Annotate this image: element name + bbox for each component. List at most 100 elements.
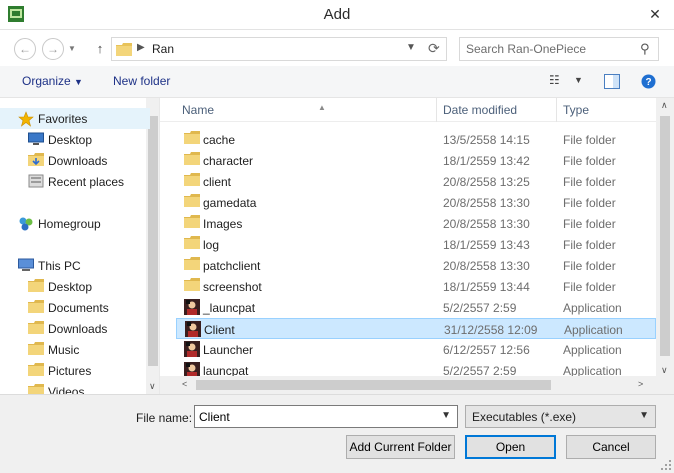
nav-item-label: Pictures — [48, 364, 92, 378]
folder-icon — [28, 300, 44, 315]
folder-icon — [184, 215, 200, 231]
refresh-icon[interactable]: ⟳ — [428, 40, 440, 57]
file-name-input[interactable] — [199, 409, 429, 424]
address-bar[interactable]: ▶ Ran ▼ ⟳ — [111, 37, 447, 61]
file-type-select[interactable]: Executables (*.exe) ▼ — [465, 405, 656, 428]
scroll-down-icon[interactable]: ∨ — [661, 365, 668, 376]
file-date-modified: 5/2/2557 2:59 — [443, 301, 517, 315]
nav-item[interactable]: Downloads — [0, 150, 150, 171]
search-box[interactable]: ⚲ — [459, 37, 659, 61]
help-icon[interactable]: ? — [641, 74, 656, 89]
title-bar: Add ✕ — [0, 0, 674, 30]
search-input[interactable] — [466, 41, 626, 57]
breadcrumb-separator-icon[interactable]: ▶ — [137, 42, 145, 53]
nav-item[interactable]: Recent places — [0, 171, 150, 192]
forward-button[interactable]: → — [42, 38, 64, 60]
folder-icon — [184, 152, 200, 168]
file-type: File folder — [563, 217, 616, 231]
file-row[interactable]: character 18/1/2559 13:42 File folder — [176, 150, 656, 171]
file-list-horizontal-scrollbar[interactable]: < > — [160, 376, 656, 394]
back-button[interactable]: ← — [14, 38, 36, 60]
new-folder-button[interactable]: New folder — [113, 74, 170, 88]
homegroup-icon — [18, 216, 34, 231]
column-header: Name ▲ Date modified Type — [160, 98, 674, 122]
search-icon[interactable]: ⚲ — [640, 41, 650, 57]
nav-item[interactable]: This PC — [0, 255, 150, 276]
desktop-icon — [28, 132, 44, 147]
file-date-modified: 6/12/2557 12:56 — [443, 343, 530, 357]
organize-button[interactable]: Organize ▼ — [22, 74, 83, 88]
view-dropdown-icon[interactable]: ▼ — [574, 75, 583, 85]
file-date-modified: 20/8/2558 13:30 — [443, 259, 530, 273]
cancel-button[interactable]: Cancel — [566, 435, 656, 459]
scroll-up-icon[interactable]: ∧ — [661, 100, 668, 111]
file-name: character — [203, 154, 254, 168]
file-date-modified: 13/5/2558 14:15 — [443, 133, 530, 147]
file-type: Application — [564, 323, 623, 337]
file-row[interactable]: log 18/1/2559 13:43 File folder — [176, 234, 656, 255]
nav-item[interactable]: Documents — [0, 297, 150, 318]
file-name-combobox[interactable]: ▼ — [194, 405, 458, 428]
scroll-right-icon[interactable]: > — [638, 379, 643, 389]
file-row[interactable]: client 20/8/2558 13:25 File folder — [176, 171, 656, 192]
chevron-down-icon: ▼ — [74, 77, 83, 87]
file-name-label: File name: — [136, 411, 193, 425]
recent-locations-chevron-icon[interactable]: ▼ — [68, 44, 76, 53]
open-button[interactable]: Open — [465, 435, 556, 459]
resize-grip-icon[interactable] — [660, 459, 672, 471]
nav-item[interactable]: Desktop — [0, 129, 150, 150]
file-type: File folder — [563, 154, 616, 168]
add-current-folder-button[interactable]: Add Current Folder — [346, 435, 455, 459]
file-date-modified: 20/8/2558 13:30 — [443, 217, 530, 231]
nav-item[interactable]: Desktop — [0, 276, 150, 297]
file-row[interactable]: cache 13/5/2558 14:15 File folder — [176, 129, 656, 150]
horizontal-scrollbar-thumb[interactable] — [196, 380, 551, 390]
folder-icon — [28, 384, 44, 394]
breadcrumb-item[interactable]: Ran — [152, 42, 174, 56]
file-row[interactable]: Launcher 6/12/2557 12:56 Application — [176, 339, 656, 360]
nav-item[interactable]: Downloads — [0, 318, 150, 339]
arrow-up-icon: ↑ — [96, 40, 104, 56]
file-date-modified: 18/1/2559 13:42 — [443, 154, 530, 168]
column-header-date[interactable]: Date modified — [437, 98, 557, 122]
file-name: gamedata — [203, 196, 257, 210]
scroll-left-icon[interactable]: < — [182, 379, 187, 389]
file-list-vertical-scrollbar[interactable]: ∧ ∨ — [656, 98, 674, 394]
up-button[interactable]: ↑ — [92, 39, 108, 57]
file-date-modified: 18/1/2559 13:44 — [443, 280, 530, 294]
file-type-value: Executables (*.exe) — [472, 410, 577, 424]
file-type: File folder — [563, 238, 616, 252]
vertical-scrollbar-thumb[interactable] — [660, 116, 670, 356]
view-options-icon[interactable]: ☷ — [549, 73, 560, 87]
folder-icon — [28, 363, 44, 378]
file-name-dropdown-icon[interactable]: ▼ — [441, 410, 451, 421]
nav-item-label: Downloads — [48, 322, 108, 336]
close-button[interactable]: ✕ — [644, 4, 666, 24]
folder-icon — [116, 43, 132, 56]
folder-icon — [28, 321, 44, 336]
file-row[interactable]: patchclient 20/8/2558 13:30 File folder — [176, 255, 656, 276]
file-row[interactable]: Client 31/12/2558 12:09 Application — [176, 318, 656, 339]
file-name: Client — [204, 323, 235, 337]
nav-item[interactable]: Videos — [0, 381, 150, 394]
file-row[interactable]: screenshot 18/1/2559 13:44 File folder — [176, 276, 656, 297]
column-name-label: Name — [182, 103, 215, 117]
computer-icon — [18, 258, 34, 273]
file-type: File folder — [563, 259, 616, 273]
preview-pane-icon[interactable] — [604, 74, 620, 89]
column-header-name[interactable]: Name ▲ — [176, 98, 437, 122]
downloads-icon — [28, 153, 44, 168]
address-dropdown-icon[interactable]: ▼ — [406, 42, 416, 53]
file-row[interactable]: Images 20/8/2558 13:30 File folder — [176, 213, 656, 234]
address-bar-row: ← → ▼ ↑ ▶ Ran ▼ ⟳ ⚲ — [0, 30, 674, 66]
nav-item[interactable]: Pictures — [0, 360, 150, 381]
folder-icon — [184, 236, 200, 252]
file-date-modified: 20/8/2558 13:25 — [443, 175, 530, 189]
column-header-type[interactable]: Type — [557, 98, 656, 122]
nav-item[interactable]: Favorites — [0, 108, 150, 129]
nav-item[interactable]: Homegroup — [0, 213, 150, 234]
nav-item[interactable]: Music — [0, 339, 150, 360]
arrow-right-icon: → — [47, 42, 59, 56]
file-row[interactable]: _launcpat 5/2/2557 2:59 Application — [176, 297, 656, 318]
file-row[interactable]: gamedata 20/8/2558 13:30 File folder — [176, 192, 656, 213]
